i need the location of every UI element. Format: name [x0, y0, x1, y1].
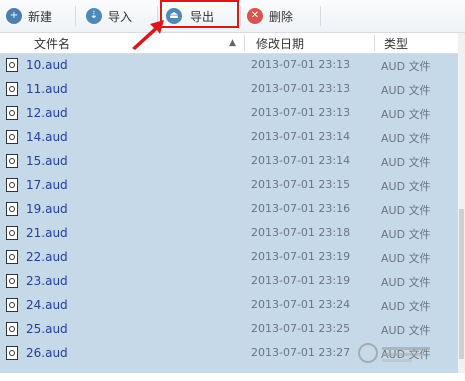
- file-name[interactable]: 15.aud: [26, 154, 68, 168]
- file-row[interactable]: 21.aud 2013-07-01 23:18 AUD 文件: [0, 222, 458, 246]
- file-modified-date: 2013-07-01 23:18: [251, 226, 351, 239]
- file-name[interactable]: 17.aud: [26, 178, 68, 192]
- column-divider[interactable]: [374, 35, 375, 51]
- delete-button-label: 删除: [269, 9, 294, 24]
- toolbar: + 新建 ⇣ 导入 ⏏ 导出 ✕ 删除: [0, 0, 465, 33]
- file-row[interactable]: 11.aud 2013-07-01 23:13 AUD 文件: [0, 78, 458, 102]
- file-name[interactable]: 11.aud: [26, 82, 68, 96]
- file-type: AUD 文件: [381, 300, 431, 313]
- audio-file-icon: [6, 58, 18, 72]
- export-highlight-box: [160, 0, 239, 28]
- new-button[interactable]: + 新建: [6, 4, 52, 28]
- column-modified[interactable]: 修改日期: [256, 35, 304, 52]
- file-type: AUD 文件: [381, 252, 431, 265]
- scrollbar-thumb[interactable]: [459, 209, 464, 359]
- file-row[interactable]: 14.aud 2013-07-01 23:14 AUD 文件: [0, 126, 458, 150]
- audio-file-icon: [6, 226, 18, 240]
- toolbar-divider: [240, 6, 241, 26]
- file-modified-date: 2013-07-01 23:16: [251, 202, 351, 215]
- file-type: AUD 文件: [381, 204, 431, 217]
- toolbar-divider: [75, 6, 76, 26]
- file-type: AUD 文件: [381, 228, 431, 241]
- sort-up-icon: ▲: [229, 38, 236, 48]
- file-modified-date: 2013-07-01 23:19: [251, 250, 351, 263]
- audio-file-icon: [6, 298, 18, 312]
- new-folder-icon: +: [6, 8, 22, 24]
- audio-file-icon: [6, 322, 18, 336]
- toolbar-divider: [320, 6, 321, 26]
- new-button-label: 新建: [28, 9, 53, 24]
- column-type[interactable]: 类型: [384, 35, 408, 52]
- audio-file-icon: [6, 202, 18, 216]
- file-row[interactable]: 12.aud 2013-07-01 23:13 AUD 文件: [0, 102, 458, 126]
- audio-file-icon: [6, 82, 18, 96]
- audio-file-icon: [6, 130, 18, 144]
- file-name[interactable]: 19.aud: [26, 202, 68, 216]
- file-name[interactable]: 10.aud: [26, 58, 68, 72]
- file-type: AUD 文件: [381, 156, 431, 169]
- file-name[interactable]: 14.aud: [26, 130, 68, 144]
- column-name[interactable]: 文件名: [34, 35, 70, 52]
- file-modified-date: 2013-07-01 23:14: [251, 130, 351, 143]
- audio-file-icon: [6, 250, 18, 264]
- file-row[interactable]: 10.aud 2013-07-01 23:13 AUD 文件: [0, 54, 458, 78]
- import-icon: ⇣: [86, 8, 102, 24]
- file-modified-date: 2013-07-01 23:13: [251, 106, 351, 119]
- delete-icon: ✕: [247, 8, 263, 24]
- file-row[interactable]: 24.aud 2013-07-01 23:24 AUD 文件: [0, 294, 458, 318]
- file-modified-date: 2013-07-01 23:13: [251, 58, 351, 71]
- file-name[interactable]: 22.aud: [26, 250, 68, 264]
- file-type: AUD 文件: [381, 180, 431, 193]
- audio-file-icon: [6, 274, 18, 288]
- file-name[interactable]: 12.aud: [26, 106, 68, 120]
- file-name[interactable]: 21.aud: [26, 226, 68, 240]
- audio-file-icon: [6, 178, 18, 192]
- file-modified-date: 2013-07-01 23:19: [251, 274, 351, 287]
- delete-button[interactable]: ✕ 删除: [247, 4, 293, 28]
- file-list: 10.aud 2013-07-01 23:13 AUD 文件 11.aud 2013-0…: [0, 54, 458, 373]
- file-row[interactable]: 19.aud 2013-07-01 23:16 AUD 文件: [0, 198, 458, 222]
- column-divider[interactable]: [244, 35, 245, 51]
- file-row[interactable]: 22.aud 2013-07-01 23:19 AUD 文件: [0, 246, 458, 270]
- vertical-scrollbar[interactable]: [458, 33, 465, 373]
- file-row[interactable]: 15.aud 2013-07-01 23:14 AUD 文件: [0, 150, 458, 174]
- file-type: AUD 文件: [381, 108, 431, 121]
- file-name[interactable]: 25.aud: [26, 322, 68, 336]
- file-type: AUD 文件: [381, 60, 431, 73]
- file-type: AUD 文件: [381, 132, 431, 145]
- file-row[interactable]: 17.aud 2013-07-01 23:15 AUD 文件: [0, 174, 458, 198]
- watermark-logo: [356, 338, 436, 368]
- red-arrow-annotation: [132, 20, 164, 50]
- audio-file-icon: [6, 346, 18, 360]
- file-modified-date: 2013-07-01 23:27: [251, 346, 351, 359]
- file-modified-date: 2013-07-01 23:15: [251, 178, 351, 191]
- file-row[interactable]: 23.aud 2013-07-01 23:19 AUD 文件: [0, 270, 458, 294]
- audio-file-icon: [6, 154, 18, 168]
- file-name[interactable]: 23.aud: [26, 274, 68, 288]
- column-header: 文件名 ▲ 修改日期 类型: [0, 33, 458, 54]
- audio-file-icon: [6, 106, 18, 120]
- file-modified-date: 2013-07-01 23:24: [251, 298, 351, 311]
- file-type: AUD 文件: [381, 84, 431, 97]
- file-modified-date: 2013-07-01 23:25: [251, 322, 351, 335]
- file-modified-date: 2013-07-01 23:13: [251, 82, 351, 95]
- import-button[interactable]: ⇣ 导入: [86, 4, 132, 28]
- file-modified-date: 2013-07-01 23:14: [251, 154, 351, 167]
- file-name[interactable]: 26.aud: [26, 346, 68, 360]
- file-type: AUD 文件: [381, 276, 431, 289]
- import-button-label: 导入: [108, 9, 133, 24]
- file-name[interactable]: 24.aud: [26, 298, 68, 312]
- file-type: AUD 文件: [381, 324, 431, 337]
